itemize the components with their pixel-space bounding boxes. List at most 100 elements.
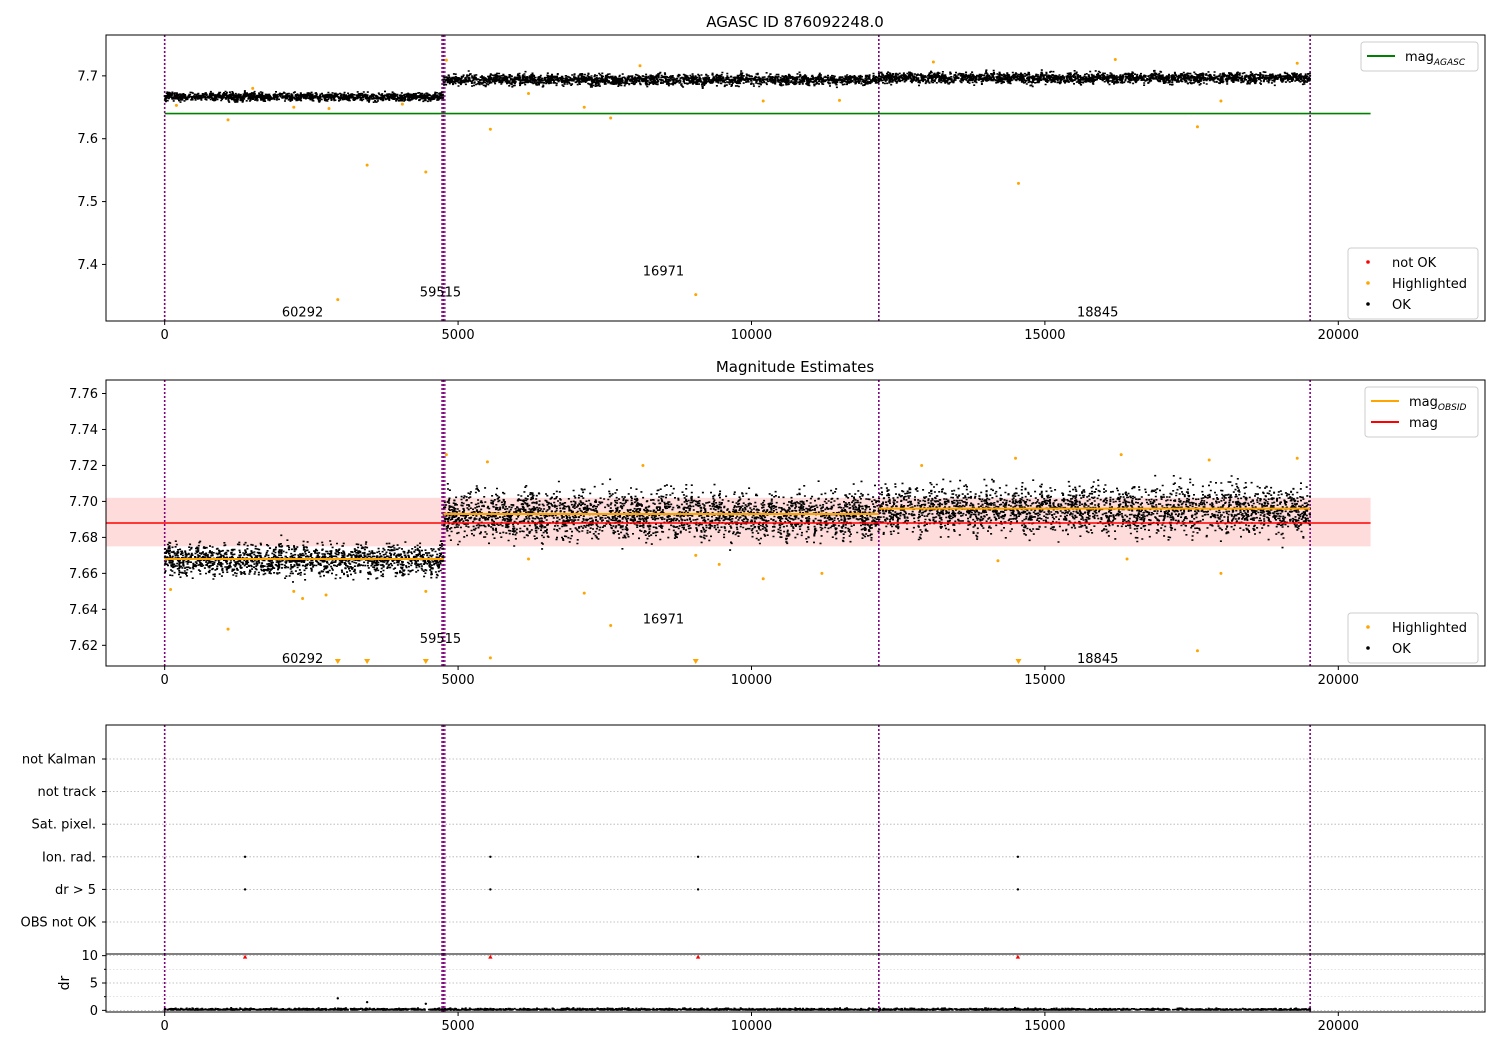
legend-label: OK	[1392, 642, 1411, 657]
highlighted-point	[174, 103, 178, 107]
highlighted-point	[424, 589, 428, 593]
highlighted-point	[527, 91, 531, 95]
obsid-label: 18845	[1077, 306, 1118, 321]
x-tick-label: 15000	[1024, 1019, 1065, 1034]
flag-point	[1016, 888, 1020, 891]
highlighted-point	[1219, 571, 1223, 575]
highlighted-point	[226, 118, 230, 122]
panel3-marks	[106, 725, 1485, 954]
figure: AGASC ID 876092248.0 60292 59515 16971 1884…	[21, 13, 1486, 1034]
x-tick-label: 10000	[731, 673, 772, 688]
legend-dot-swatch	[1366, 646, 1370, 650]
y-tick-label: 0	[90, 1004, 98, 1019]
y-tick-label: 7.5	[77, 195, 98, 210]
highlighted-point	[694, 293, 698, 297]
legend-label: Highlighted	[1392, 621, 1467, 636]
flag-point	[696, 888, 700, 891]
highlighted-point	[424, 170, 428, 174]
highlighted-point	[226, 627, 230, 631]
x-tick-label: 10000	[731, 328, 772, 343]
panel4-axes: 0 5000 10000 15000 20000 0 5 10	[81, 949, 1359, 1034]
highlighted-point	[444, 58, 448, 62]
highlighted-point	[838, 98, 842, 102]
highlighted-point	[1295, 61, 1299, 65]
highlighted-point	[717, 562, 721, 566]
legend-dot-swatch	[1366, 302, 1370, 306]
highlighted-point	[761, 577, 765, 581]
highlighted-point	[292, 105, 296, 109]
highlighted-point	[327, 107, 331, 111]
obsid-label: 16971	[643, 265, 684, 280]
panel2-marks: 60292 59515 16971 18845	[106, 380, 1371, 667]
panel1-axes: 0 5000 10000 15000 20000 7.4 7.5 7.6 7.7	[77, 69, 1359, 343]
highlighted-point	[582, 591, 586, 595]
panel34-frame	[105, 724, 1486, 1013]
x-tick-label: 20000	[1318, 1019, 1359, 1034]
highlighted-point	[292, 589, 296, 593]
highlighted-point	[301, 597, 305, 601]
x-tick-label: 0	[161, 673, 169, 688]
panel3-axes: not Kalman not track Sat. pixel. Ion. rad. d…	[21, 753, 106, 931]
highlighted-point	[761, 99, 765, 103]
x-tick-label: 20000	[1318, 673, 1359, 688]
highlighted-point	[251, 86, 255, 90]
highlighted-point	[1207, 458, 1211, 462]
x-tick-label: 5000	[442, 673, 475, 688]
clipped-point-marker	[422, 659, 429, 664]
highlighted-point	[931, 60, 935, 64]
x-tick-label: 10000	[731, 1019, 772, 1034]
highlighted-point	[820, 571, 824, 575]
dr-over-marker	[695, 954, 701, 959]
panel1-marks: 60292 59515 16971 18845	[163, 35, 1371, 321]
highlighted-point	[996, 559, 1000, 563]
highlighted-point	[485, 460, 489, 464]
obsid-label: 16971	[643, 612, 684, 627]
y-tick-label: 7.72	[69, 459, 98, 474]
dr-outlier-point	[336, 997, 339, 1000]
highlighted-point	[641, 463, 645, 467]
panel4-marks	[106, 954, 1485, 1012]
x-tick-label: 0	[161, 328, 169, 343]
highlighted-point	[1014, 456, 1018, 460]
highlighted-point	[1195, 125, 1199, 129]
dr-ok-points	[163, 1006, 1312, 1011]
flag-row-label: not Kalman	[22, 753, 96, 768]
highlighted-point	[324, 593, 328, 597]
y-tick-label: 7.70	[69, 495, 98, 510]
flag-point	[489, 888, 492, 891]
highlighted-point	[1295, 456, 1299, 460]
panel2-title: Magnitude Estimates	[716, 358, 874, 376]
x-tick-label: 5000	[442, 1019, 475, 1034]
y-tick-label: 7.66	[69, 567, 98, 582]
highlighted-point	[488, 656, 492, 660]
clipped-point-marker	[1015, 659, 1022, 664]
highlighted-point	[444, 453, 448, 457]
highlighted-point	[400, 102, 404, 106]
highlighted-point	[1195, 649, 1199, 653]
y-tick-label: 7.76	[69, 387, 98, 402]
highlighted-point	[920, 463, 924, 467]
flag-point	[243, 855, 247, 858]
y-tick-label: 10	[81, 949, 98, 964]
clipped-point-marker	[364, 659, 371, 664]
ok-points	[163, 69, 1312, 103]
highlighted-point	[336, 298, 340, 302]
highlighted-point	[582, 105, 586, 109]
panel1-legends: magAGASCnot OKHighlightedOK	[1347, 41, 1479, 320]
x-tick-label: 20000	[1318, 328, 1359, 343]
flag-point	[489, 855, 492, 858]
flag-row-label: dr > 5	[55, 883, 96, 898]
flag-point	[243, 888, 247, 891]
flag-point	[1016, 855, 1020, 858]
highlighted-point	[1125, 557, 1129, 561]
highlighted-point	[609, 116, 613, 120]
flag-row-label: OBS not OK	[21, 916, 97, 931]
panel4-ylabel: dr	[57, 975, 73, 990]
y-tick-label: 7.68	[69, 531, 98, 546]
flag-row-label: not track	[37, 785, 96, 800]
x-tick-label: 0	[161, 1019, 169, 1034]
highlighted-point	[638, 64, 642, 68]
y-tick-label: 7.7	[77, 69, 98, 84]
flag-row-label: Ion. rad.	[42, 850, 96, 865]
obsid-label: 60292	[282, 652, 323, 667]
